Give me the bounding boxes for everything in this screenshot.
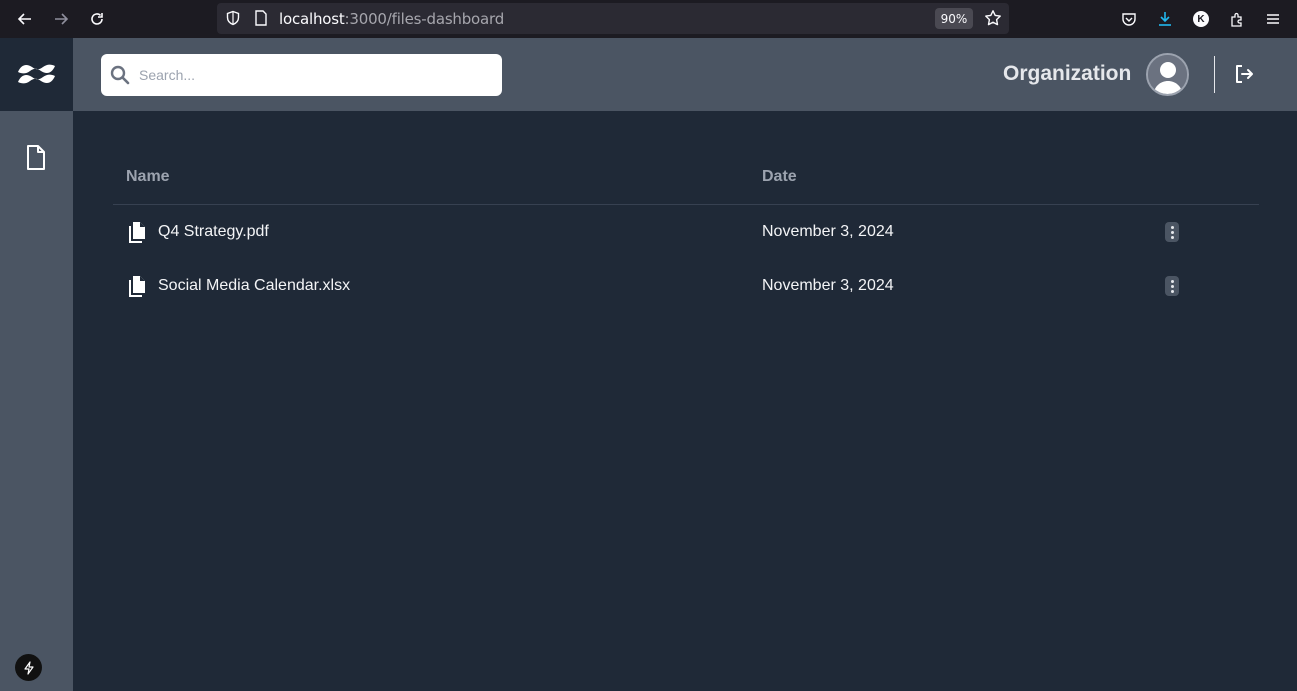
menu-icon[interactable] (1261, 7, 1285, 31)
logo[interactable] (0, 38, 73, 111)
file-name[interactable]: Social Media Calendar.xlsx (158, 277, 350, 295)
bolt-icon[interactable] (15, 654, 42, 681)
top-header: Organization (73, 38, 1297, 111)
column-header-date[interactable]: Date (762, 168, 797, 186)
organization-name[interactable]: Organization (1003, 62, 1131, 86)
extensions-icon[interactable] (1225, 7, 1249, 31)
user-avatar-icon (1148, 55, 1187, 94)
main-content: Name Date Q4 Strategy.pdf November 3, 20… (73, 111, 1297, 691)
header-divider (1214, 56, 1215, 93)
download-icon[interactable] (1153, 7, 1177, 31)
sidebar (0, 38, 73, 691)
search-icon (110, 65, 130, 85)
search-input[interactable] (139, 54, 494, 96)
shield-icon[interactable] (221, 6, 245, 30)
file-date: November 3, 2024 (762, 277, 894, 294)
files-nav-icon[interactable] (24, 144, 48, 172)
table-row[interactable]: Social Media Calendar.xlsx November 3, 2… (113, 259, 1259, 313)
browser-toolbar: localhost:3000/files-dashboard 90% K (0, 0, 1297, 38)
profile-avatar-icon[interactable]: K (1189, 7, 1213, 31)
url-host: localhost (279, 10, 345, 28)
file-icon (129, 222, 145, 243)
file-name[interactable]: Q4 Strategy.pdf (158, 223, 269, 241)
file-icon (129, 276, 145, 297)
search-box[interactable] (101, 54, 502, 96)
url-path: :3000/files-dashboard (344, 10, 505, 28)
reload-icon[interactable] (85, 7, 109, 31)
pocket-icon[interactable] (1117, 7, 1141, 31)
forward-icon[interactable] (49, 7, 73, 31)
profile-initial: K (1193, 11, 1209, 27)
logout-icon[interactable] (1233, 63, 1255, 85)
back-icon[interactable] (13, 7, 37, 31)
file-date: November 3, 2024 (762, 223, 894, 240)
bookmark-star-icon[interactable] (981, 6, 1005, 30)
column-header-name[interactable]: Name (126, 168, 170, 186)
url-text[interactable]: localhost:3000/files-dashboard (279, 10, 504, 28)
zoom-badge[interactable]: 90% (935, 8, 973, 29)
row-menu-icon[interactable] (1165, 276, 1179, 296)
table-row[interactable]: Q4 Strategy.pdf November 3, 2024 (113, 205, 1259, 259)
avatar[interactable] (1146, 53, 1189, 96)
table-header: Name Date (113, 111, 1259, 205)
page-icon[interactable] (249, 6, 273, 30)
tailwind-logo-icon (17, 64, 55, 83)
row-menu-icon[interactable] (1165, 222, 1179, 242)
address-bar[interactable]: localhost:3000/files-dashboard 90% (217, 3, 1009, 34)
